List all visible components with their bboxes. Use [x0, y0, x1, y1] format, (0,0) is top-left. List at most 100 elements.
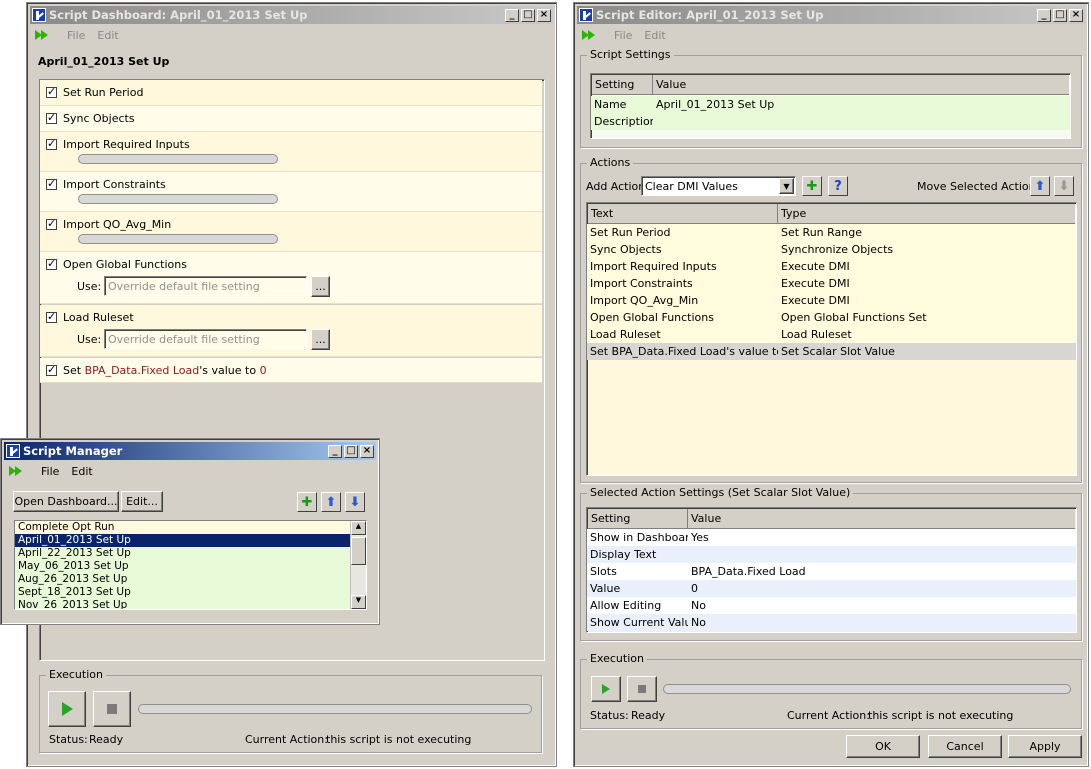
table-row[interactable]: Set BPA_Data.Fixed Load's value to 0 Set …: [587, 343, 1076, 360]
table-row[interactable]: Slots BPA_Data.Fixed Load: [587, 563, 1076, 580]
script-list-item[interactable]: April_01_2013 Set Up: [15, 534, 350, 547]
table-row[interactable]: Set Run Period Set Run Range: [587, 224, 1076, 241]
table-row[interactable]: Value 0: [587, 580, 1076, 597]
move-action-down-button[interactable]: ⬇: [1054, 176, 1074, 196]
current-action-value: this script is not executing: [326, 733, 472, 746]
stop-button[interactable]: [627, 676, 657, 702]
override-file-field[interactable]: Override default file setting: [104, 329, 307, 349]
add-action-label: Add Action: [586, 180, 646, 193]
close-button[interactable]: ×: [360, 444, 374, 458]
checkbox[interactable]: [46, 137, 57, 150]
close-button[interactable]: ×: [537, 8, 551, 22]
dashboard-titlebar[interactable]: Script Dashboard: April_01_2013 Set Up _…: [30, 6, 553, 24]
table-row[interactable]: Load Ruleset Load Ruleset: [587, 326, 1076, 343]
run-icon[interactable]: [35, 30, 49, 40]
play-button[interactable]: [591, 676, 621, 702]
table-row[interactable]: Import Constraints Execute DMI: [587, 275, 1076, 292]
riverware-app-icon: [32, 8, 46, 22]
edit-button[interactable]: Edit...: [121, 491, 163, 512]
maximize-button[interactable]: □: [1053, 8, 1067, 22]
run-icon[interactable]: [9, 466, 23, 476]
checkbox[interactable]: [46, 363, 57, 376]
scroll-thumb[interactable]: [351, 537, 366, 565]
checkbox[interactable]: [46, 257, 57, 270]
script-list-item[interactable]: April_22_2013 Set Up: [15, 547, 350, 560]
table-row[interactable]: Description: [591, 113, 1070, 130]
table-row[interactable]: Allow Editing No: [587, 597, 1076, 614]
browse-button[interactable]: ...: [311, 276, 330, 297]
table-row[interactable]: Import QO_Avg_Min Execute DMI: [587, 292, 1076, 309]
move-down-button[interactable]: ⬇: [345, 492, 365, 512]
dashboard-item-sync-objects: Sync Objects: [40, 106, 542, 132]
apply-button[interactable]: Apply: [1008, 735, 1082, 758]
table-row[interactable]: Name April_01_2013 Set Up: [591, 96, 1070, 113]
menu-file[interactable]: File: [67, 29, 85, 42]
dashboard-item-import-required-inputs: Import Required Inputs: [40, 132, 542, 172]
add-action-button[interactable]: ✚: [802, 176, 822, 196]
action-type-cell: Execute DMI: [781, 294, 850, 307]
browse-button[interactable]: ...: [311, 329, 330, 350]
checkbox[interactable]: [46, 111, 57, 124]
script-list-item[interactable]: Nov_26_2013 Set Up: [15, 599, 350, 609]
checkbox[interactable]: [46, 85, 57, 98]
scroll-up-arrow[interactable]: ▲: [351, 521, 366, 535]
maximize-button[interactable]: □: [344, 444, 358, 458]
table-row[interactable]: Open Global Functions Open Global Functio…: [587, 309, 1076, 326]
menu-edit[interactable]: Edit: [644, 29, 665, 42]
editor-titlebar[interactable]: Script Editor: April_01_2013 Set Up _ □ …: [577, 6, 1085, 24]
menu-file[interactable]: File: [41, 465, 59, 478]
minimize-button[interactable]: _: [505, 8, 519, 22]
slot-name: BPA_Data.Fixed Load: [84, 364, 200, 377]
script-list[interactable]: Complete Opt Run April_01_2013 Set Up Apri…: [14, 520, 367, 610]
close-button[interactable]: ×: [1069, 8, 1083, 22]
value-cell: No: [691, 599, 706, 612]
current-action-value: this script is not executing: [868, 709, 1014, 722]
table-row[interactable]: Import Required Inputs Execute DMI: [587, 258, 1076, 275]
scrollbar[interactable]: ▲ ▼: [350, 521, 366, 609]
checkbox[interactable]: [46, 217, 57, 230]
selected-action-settings-label: Selected Action Settings (Set Scalar Slo…: [587, 486, 854, 499]
play-button[interactable]: [48, 691, 86, 727]
manager-titlebar[interactable]: Script Manager _ □ ×: [4, 442, 376, 460]
script-list-item[interactable]: May_06_2013 Set Up: [15, 560, 350, 573]
script-list-item[interactable]: Complete Opt Run: [15, 521, 350, 534]
stop-button[interactable]: [93, 691, 131, 727]
checkbox[interactable]: [46, 177, 57, 190]
script-list-item[interactable]: Sept_18_2013 Set Up: [15, 586, 350, 599]
run-icon[interactable]: [582, 30, 596, 40]
ok-button[interactable]: OK: [846, 735, 920, 758]
cancel-button[interactable]: Cancel: [928, 735, 1002, 758]
scroll-down-arrow[interactable]: ▼: [351, 595, 366, 609]
action-type-cell: Execute DMI: [781, 260, 850, 273]
table-row[interactable]: Sync Objects Synchronize Objects: [587, 241, 1076, 258]
riverware-app-icon: [579, 8, 593, 22]
add-script-button[interactable]: ✚: [297, 492, 317, 512]
action-type-cell: Execute DMI: [781, 277, 850, 290]
item-label: Load Ruleset: [63, 311, 134, 324]
menu-edit[interactable]: Edit: [71, 465, 92, 478]
minimize-button[interactable]: _: [1037, 8, 1051, 22]
override-file-placeholder: Override default file setting: [108, 280, 260, 293]
menu-file[interactable]: File: [614, 29, 632, 42]
action-type-cell: Set Run Range: [781, 226, 863, 239]
open-dashboard-button[interactable]: Open Dashboard...: [13, 491, 119, 512]
add-action-select[interactable]: Clear DMI Values ▼: [641, 176, 796, 196]
script-list-item[interactable]: Aug_26_2013 Set Up: [15, 573, 350, 586]
minimize-button[interactable]: _: [328, 444, 342, 458]
table-row[interactable]: Show Current Value No: [587, 614, 1076, 631]
move-action-up-button[interactable]: ⬆: [1030, 176, 1050, 196]
item-label: Set Run Period: [63, 86, 144, 99]
action-text-cell: Import QO_Avg_Min: [590, 294, 699, 307]
script-name-heading: April_01_2013 Set Up: [38, 55, 170, 68]
dropdown-arrow[interactable]: ▼: [779, 178, 794, 194]
checkbox[interactable]: [46, 310, 57, 323]
status-label: Status:: [590, 709, 629, 722]
help-button[interactable]: ?: [828, 176, 848, 196]
override-file-field[interactable]: Override default file setting: [104, 276, 307, 296]
col-text: Text: [588, 204, 778, 223]
move-up-button[interactable]: ⬆: [321, 492, 341, 512]
menu-edit[interactable]: Edit: [97, 29, 118, 42]
maximize-button[interactable]: □: [521, 8, 535, 22]
table-row[interactable]: Display Text: [587, 546, 1076, 563]
table-row[interactable]: Show in Dashboard Yes: [587, 529, 1076, 546]
